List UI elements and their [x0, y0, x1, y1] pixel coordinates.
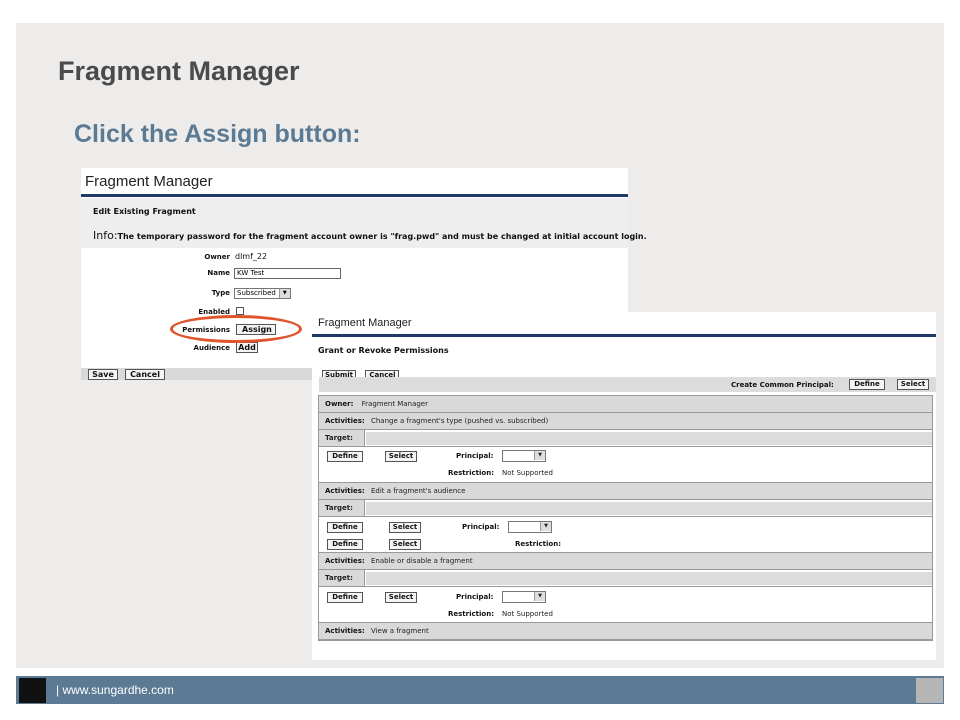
restriction-label: Restriction:: [515, 540, 561, 548]
type-label: Type: [211, 289, 230, 297]
enabled-label: Enabled: [198, 308, 230, 316]
select-button[interactable]: Select: [385, 451, 417, 462]
name-label: Name: [207, 269, 230, 277]
activity-description: Enable or disable a fragment: [370, 557, 473, 565]
type-select[interactable]: Subscribed ▼: [234, 288, 291, 299]
permissions-table: Owner: Fragment Manager Activities: Chan…: [318, 395, 933, 641]
slide-title: Fragment Manager: [58, 56, 300, 86]
select-button[interactable]: Select: [385, 592, 417, 603]
permissions-header-title: Fragment Manager: [318, 317, 412, 329]
target-row: Target:: [319, 500, 932, 517]
principal-select[interactable]: ▼: [508, 521, 552, 533]
restriction-label: Restriction:: [448, 610, 494, 618]
edit-fragment-section: Edit Existing Fragment Info:The temporar…: [81, 198, 647, 248]
target-row: Target:: [319, 570, 932, 587]
activity-row: Activities: Edit a fragment's audience: [319, 483, 932, 500]
owner-label: Owner: [204, 253, 230, 261]
activity-row: Activities: View a fragment: [319, 623, 932, 640]
save-button[interactable]: Save: [88, 369, 118, 380]
header-divider: [81, 194, 628, 197]
dropdown-arrow-icon: ▼: [278, 289, 290, 298]
target-value-field: [366, 502, 932, 515]
owner-row-label: Owner:: [325, 400, 354, 408]
activities-label: Activities:: [325, 487, 365, 495]
target-value-field: [366, 432, 932, 445]
define-button[interactable]: Define: [327, 522, 363, 533]
dropdown-arrow-icon: ▼: [540, 522, 551, 531]
info-label: Info:: [93, 229, 118, 242]
enabled-checkbox[interactable]: [236, 307, 244, 315]
activity-row: Activities: Enable or disable a fragment: [319, 553, 932, 570]
restriction-value: Not Supported: [502, 610, 553, 618]
activity-description: Change a fragment's type (pushed vs. sub…: [370, 417, 549, 425]
footer-url: | www.sungardhe.com: [56, 683, 174, 697]
target-label: Target:: [319, 500, 365, 516]
audience-label: Audience: [193, 344, 230, 352]
target-row: Target:: [319, 430, 932, 447]
activities-label: Activities:: [325, 627, 365, 635]
cancel-button[interactable]: Cancel: [125, 369, 165, 380]
dropdown-arrow-icon: ▼: [534, 592, 545, 601]
permissions-section-title: Grant or Revoke Permissions: [318, 346, 449, 355]
target-value-field: [366, 572, 932, 585]
section-title: Edit Existing Fragment: [93, 207, 196, 216]
info-text: The temporary password for the fragment …: [117, 232, 647, 241]
highlight-ellipse: [170, 315, 302, 343]
principal-row: Define Select Principal: ▼ Restriction: …: [319, 587, 932, 623]
footer-gray-square: [916, 678, 943, 703]
permissions-screenshot: Fragment Manager Grant or Revoke Permiss…: [312, 312, 936, 660]
footer-black-square: [19, 678, 46, 703]
edit-fragment-header: Fragment Manager: [81, 168, 628, 197]
dropdown-arrow-icon: ▼: [534, 451, 545, 460]
common-principal-bar: Create Common Principal: Define Select: [319, 377, 936, 392]
restriction-label: Restriction:: [448, 469, 494, 477]
principal-label: Principal:: [462, 523, 500, 531]
define-common-principal-button[interactable]: Define: [849, 379, 885, 390]
activity-row: Activities: Change a fragment's type (pu…: [319, 413, 932, 430]
principal-select[interactable]: ▼: [502, 450, 546, 462]
target-label: Target:: [319, 430, 365, 446]
select-button[interactable]: Select: [389, 522, 421, 533]
define-button[interactable]: Define: [327, 451, 363, 462]
common-principal-label: Create Common Principal:: [731, 381, 834, 389]
target-label: Target:: [319, 570, 365, 586]
add-audience-button[interactable]: Add: [236, 342, 258, 353]
select-common-principal-button[interactable]: Select: [897, 379, 929, 390]
define-button[interactable]: Define: [327, 592, 363, 603]
info-message: Info:The temporary password for the frag…: [93, 229, 647, 242]
principal-select[interactable]: ▼: [502, 591, 546, 603]
select-button[interactable]: Select: [389, 539, 421, 550]
header-divider: [312, 334, 936, 337]
principal-row: Define Select Principal: ▼ Define Select…: [319, 517, 932, 553]
owner-value: dlmf_22: [235, 252, 268, 261]
restriction-value: Not Supported: [502, 469, 553, 477]
activities-label: Activities:: [325, 417, 365, 425]
type-select-value: Subscribed: [237, 289, 276, 297]
activity-description: Edit a fragment's audience: [370, 487, 466, 495]
name-input[interactable]: KW Test: [234, 268, 341, 279]
owner-row: Owner: Fragment Manager: [319, 396, 932, 413]
owner-row-value: Fragment Manager: [361, 400, 428, 408]
slide-subtitle: Click the Assign button:: [74, 120, 361, 148]
activity-description: View a fragment: [370, 627, 429, 635]
edit-fragment-header-title: Fragment Manager: [85, 173, 213, 190]
activities-label: Activities:: [325, 557, 365, 565]
principal-row: Define Select Principal: ▼ Restriction: …: [319, 447, 932, 483]
define-button[interactable]: Define: [327, 539, 363, 550]
